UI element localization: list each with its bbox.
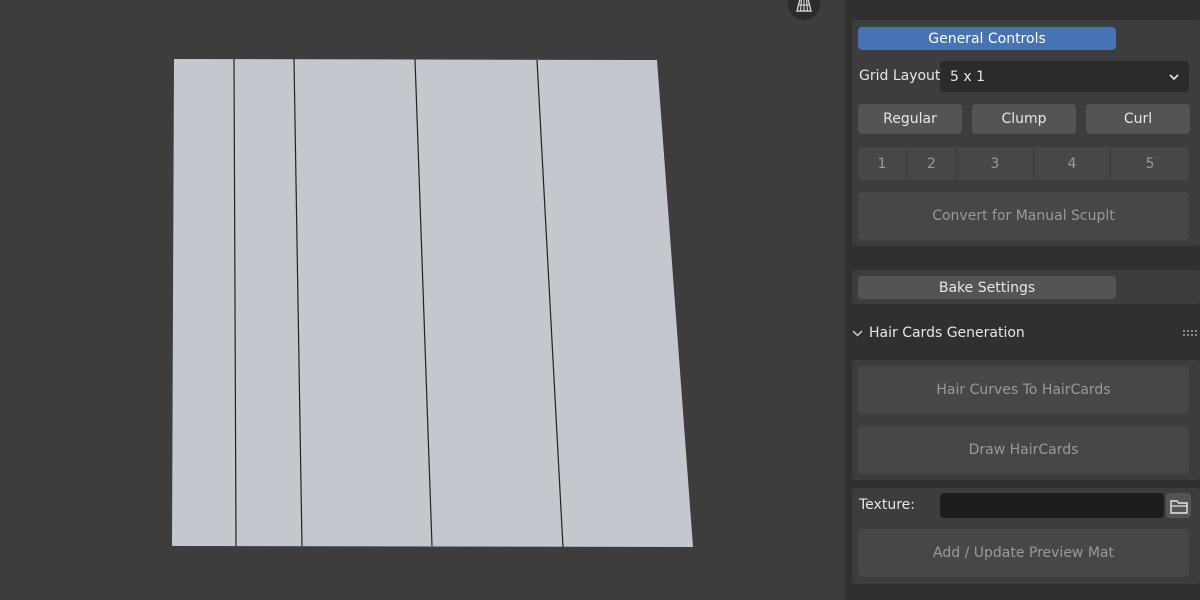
texture-label: Texture: [859, 497, 915, 513]
hair-card-mesh[interactable] [0, 0, 845, 600]
card-index-5[interactable]: 5 [1111, 147, 1189, 180]
card-index-2[interactable]: 2 [907, 147, 957, 180]
folder-icon[interactable] [1166, 493, 1191, 518]
grid-layout-value: 5 x 1 [950, 68, 985, 85]
curl-button[interactable]: Curl [1086, 104, 1190, 134]
regular-button[interactable]: Regular [858, 104, 962, 134]
chevron-down-icon[interactable] [851, 327, 864, 340]
add-update-preview-mat-button[interactable]: Add / Update Preview Mat [858, 529, 1189, 577]
card-index-3[interactable]: 3 [957, 147, 1034, 180]
generation-box: Hair Curves To HairCards Draw HairCards [852, 360, 1200, 480]
hair-curves-to-haircards-button[interactable]: Hair Curves To HairCards [858, 366, 1189, 414]
bake-settings-box: Bake Settings [852, 270, 1200, 304]
clump-button[interactable]: Clump [972, 104, 1076, 134]
texture-box: Texture: Add / Update Preview Mat [852, 488, 1200, 584]
3d-viewport[interactable] [0, 0, 845, 600]
card-index-selector: 1 2 3 4 5 [858, 147, 1189, 180]
grid-layout-select[interactable]: 5 x 1 [940, 61, 1189, 92]
properties-panel: General Controls Grid Layout: 5 x 1 Regu… [845, 0, 1200, 600]
hair-cards-generation-title: Hair Cards Generation [869, 325, 1025, 341]
bake-settings-button[interactable]: Bake Settings [858, 276, 1116, 299]
general-controls-button[interactable]: General Controls [858, 27, 1116, 50]
hair-card-plane[interactable] [172, 59, 693, 547]
hair-cards-generation-header[interactable]: Hair Cards Generation [845, 318, 1200, 350]
draw-haircards-button[interactable]: Draw HairCards [858, 426, 1189, 474]
card-index-1[interactable]: 1 [858, 147, 907, 180]
texture-path-input[interactable] [940, 493, 1164, 518]
convert-manual-sculpt-button[interactable]: Convert for Manual Scuplt [858, 192, 1189, 240]
card-index-4[interactable]: 4 [1034, 147, 1111, 180]
grid-layout-label: Grid Layout: [859, 68, 946, 84]
drag-handle-icon[interactable] [1182, 328, 1198, 338]
chevron-down-icon [1169, 74, 1179, 81]
